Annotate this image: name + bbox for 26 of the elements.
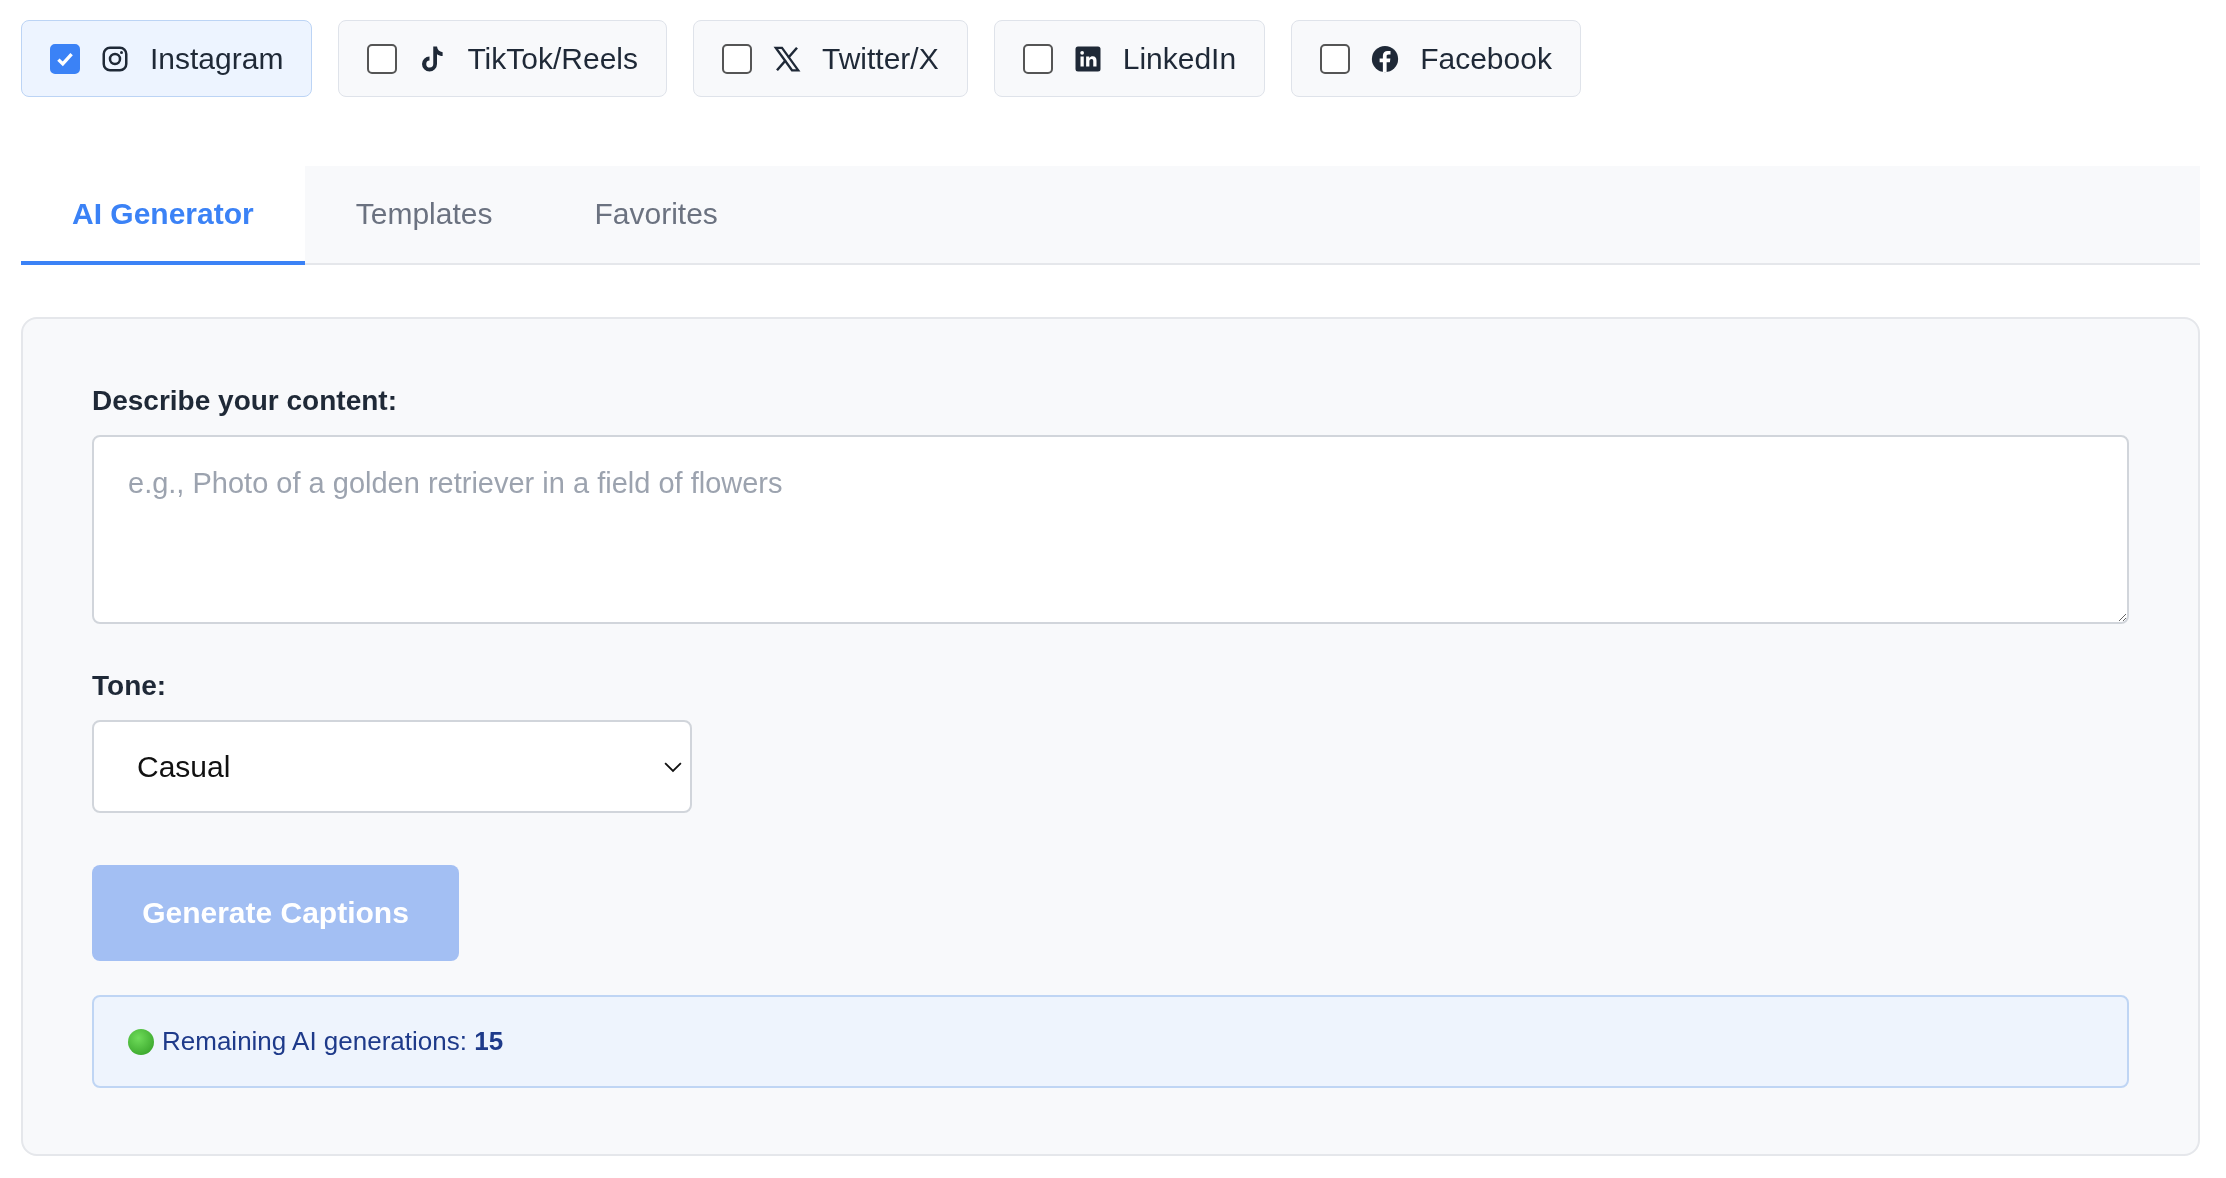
chevron-down-icon xyxy=(664,760,682,773)
platform-label: Instagram xyxy=(150,41,284,76)
platform-label: Facebook xyxy=(1420,41,1552,76)
platform-chip[interactable]: Twitter/X xyxy=(693,20,968,97)
platform-label: LinkedIn xyxy=(1122,41,1237,76)
platform-label: TikTok/Reels xyxy=(467,41,638,76)
platform-label: Twitter/X xyxy=(822,41,939,76)
checkbox[interactable] xyxy=(1022,43,1053,74)
checkbox[interactable] xyxy=(367,43,398,74)
tab[interactable]: Favorites xyxy=(543,166,769,261)
checkbox[interactable] xyxy=(722,43,752,74)
platform-chip[interactable]: Instagram xyxy=(21,20,313,97)
platform-chip[interactable]: TikTok/Reels xyxy=(338,20,667,97)
tab[interactable]: Templates xyxy=(304,166,544,261)
notice-text: Remaining AI generations: 15 xyxy=(162,1026,504,1057)
platform-chip[interactable]: LinkedIn xyxy=(993,20,1266,97)
status-dot-icon xyxy=(128,1028,154,1055)
f-logo-icon xyxy=(1370,43,1401,74)
platform-chip[interactable]: Facebook xyxy=(1291,20,1581,97)
tab[interactable]: AI Generator xyxy=(21,166,305,265)
checkbox[interactable] xyxy=(50,43,80,74)
content-field[interactable]: e.g., Photo of a golden retriever in a field of flowers xyxy=(92,435,2129,624)
field-label: Tone: xyxy=(92,670,167,702)
tone-select[interactable]: Casual xyxy=(92,720,692,813)
field-label: Describe your content: xyxy=(92,385,397,417)
checkbox[interactable] xyxy=(1320,43,1351,74)
